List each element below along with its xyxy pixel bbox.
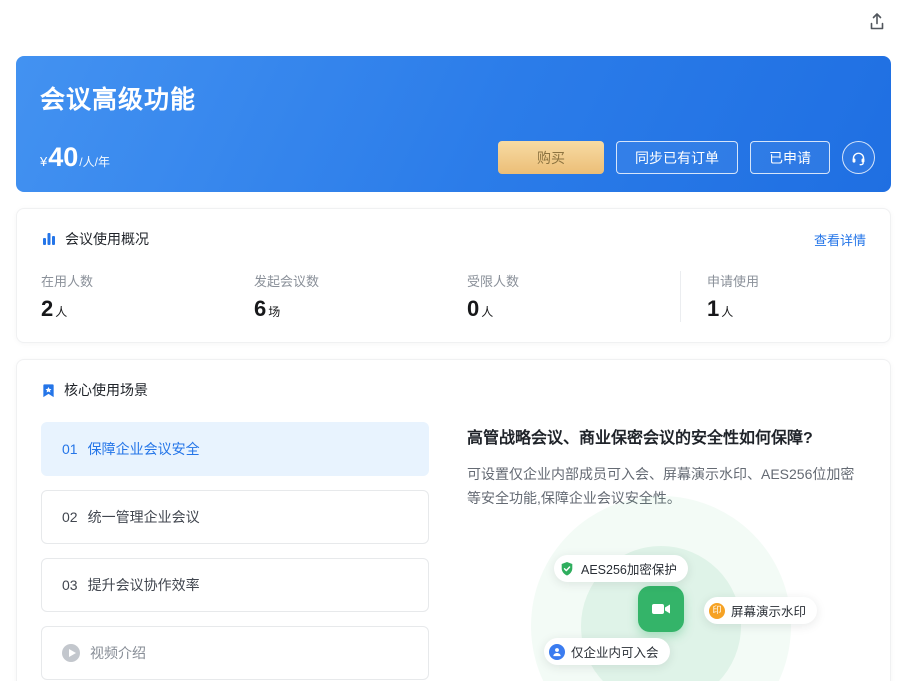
topbar — [0, 0, 907, 44]
stat-value: 2 — [41, 296, 53, 322]
badge-label: 屏幕演示水印 — [731, 601, 806, 620]
stat-apply-usage: 申请使用 1人 — [680, 271, 866, 322]
scenario-index: 01 — [62, 441, 78, 457]
price-unit: /人/年 — [79, 153, 110, 170]
scenario-detail-heading: 高管战略会议、商业保密会议的安全性如何保障? — [467, 424, 866, 448]
video-camera-badge — [638, 586, 684, 632]
view-detail-link[interactable]: 查看详情 — [814, 230, 866, 249]
overview-stats: 在用人数 2人 发起会议数 6场 受限人数 0人 申请使用 1人 — [41, 271, 866, 322]
banner: 会议高级功能 ¥ 40 /人/年 购买 同步已有订单 已申请 — [16, 56, 891, 192]
scenario-label: 统一管理企业会议 — [88, 507, 200, 527]
badge-aes-encryption: AES256加密保护 — [554, 555, 688, 582]
badge-internal-only: 仅企业内可入会 — [544, 638, 670, 665]
scenario-label: 保障企业会议安全 — [88, 439, 200, 459]
badge-label: 仅企业内可入会 — [571, 642, 659, 661]
overview-header: 会议使用概况 查看详情 — [41, 229, 866, 249]
video-intro-item[interactable]: 视频介绍 — [41, 626, 429, 680]
stat-active-users: 在用人数 2人 — [41, 271, 254, 322]
scenario-index: 02 — [62, 509, 78, 525]
stat-value: 1 — [707, 296, 719, 322]
video-intro-label: 视频介绍 — [90, 643, 146, 663]
stat-restricted-users: 受限人数 0人 — [467, 271, 680, 322]
sync-orders-button[interactable]: 同步已有订单 — [616, 141, 738, 174]
buy-button[interactable]: 购买 — [498, 141, 604, 174]
scenario-item-efficiency[interactable]: 03 提升会议协作效率 — [41, 558, 429, 612]
scenario-list: 01 保障企业会议安全 02 统一管理企业会议 03 提升会议协作效率 视频介绍 — [41, 422, 429, 681]
security-illustration: AES256加密保护 印 屏幕演示水印 仅企业内可入会 — [467, 526, 866, 681]
overview-title-group: 会议使用概况 — [41, 229, 149, 249]
overview-title: 会议使用概况 — [65, 229, 149, 249]
stat-meetings-started: 发起会议数 6场 — [254, 271, 467, 322]
shield-check-icon — [559, 561, 575, 577]
stat-value: 0 — [467, 296, 479, 322]
scenarios-title-group: 核心使用场景 — [41, 380, 148, 400]
bookmark-icon — [41, 383, 56, 398]
scenario-label: 提升会议协作效率 — [88, 575, 200, 595]
scenarios-body: 01 保障企业会议安全 02 统一管理企业会议 03 提升会议协作效率 视频介绍… — [41, 422, 866, 681]
share-button[interactable] — [865, 10, 889, 34]
video-camera-icon — [649, 597, 673, 621]
price-amount: 40 — [48, 142, 78, 173]
banner-bottom: ¥ 40 /人/年 购买 同步已有订单 已申请 — [40, 141, 875, 174]
page-title: 会议高级功能 — [40, 80, 867, 116]
scenario-detail: 高管战略会议、商业保密会议的安全性如何保障? 可设置仅企业内部成员可入会、屏幕演… — [467, 422, 866, 681]
scenarios-title: 核心使用场景 — [64, 380, 148, 400]
stamp-icon: 印 — [709, 603, 725, 619]
play-icon — [62, 644, 80, 662]
stat-unit: 人 — [721, 303, 733, 320]
price: ¥ 40 /人/年 — [40, 142, 110, 173]
share-icon — [867, 12, 887, 32]
applied-button[interactable]: 已申请 — [750, 141, 830, 174]
user-icon — [549, 644, 565, 660]
bar-chart-icon — [41, 231, 57, 247]
scenarios-header: 核心使用场景 — [41, 380, 866, 400]
banner-actions: 购买 同步已有订单 已申请 — [498, 141, 875, 174]
stat-unit: 场 — [268, 303, 280, 320]
badge-label: AES256加密保护 — [581, 559, 677, 578]
scenario-item-security[interactable]: 01 保障企业会议安全 — [41, 422, 429, 476]
scenarios-card: 核心使用场景 01 保障企业会议安全 02 统一管理企业会议 03 提升会议协作… — [16, 359, 891, 681]
stat-unit: 人 — [55, 303, 67, 320]
badge-screen-watermark: 印 屏幕演示水印 — [704, 597, 817, 624]
headset-icon — [850, 149, 867, 166]
stat-unit: 人 — [481, 303, 493, 320]
scenario-index: 03 — [62, 577, 78, 593]
price-currency: ¥ — [40, 154, 47, 169]
scenario-item-management[interactable]: 02 统一管理企业会议 — [41, 490, 429, 544]
overview-card: 会议使用概况 查看详情 在用人数 2人 发起会议数 6场 受限人数 0人 申请使… — [16, 208, 891, 343]
stat-value: 6 — [254, 296, 266, 322]
support-button[interactable] — [842, 141, 875, 174]
